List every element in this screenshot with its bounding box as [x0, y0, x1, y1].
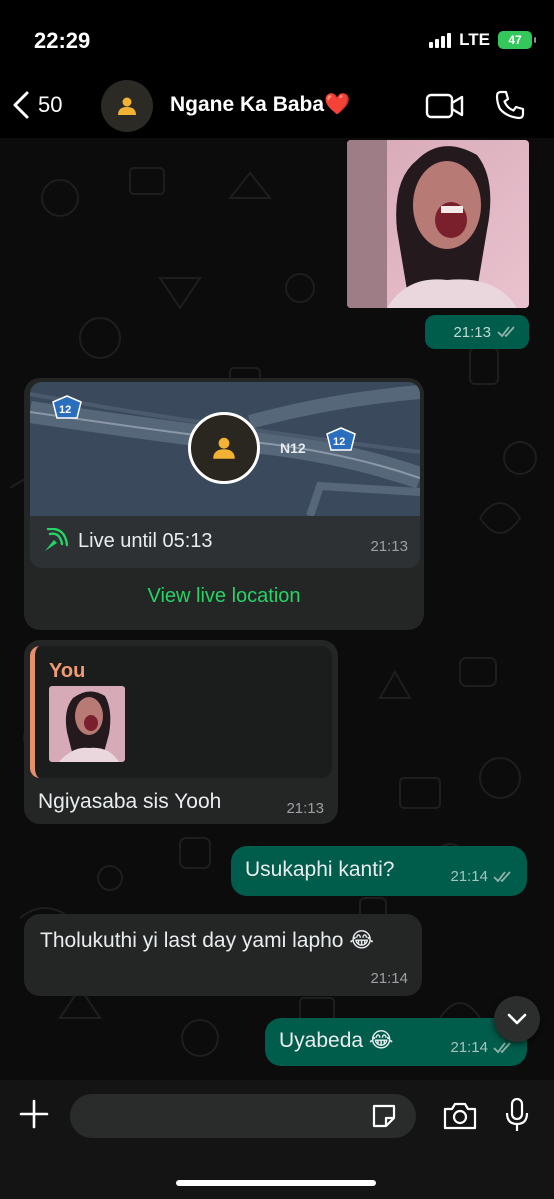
- view-live-location-button[interactable]: View live location: [24, 585, 424, 608]
- status-bar: 22:29 LTE 47: [0, 0, 554, 80]
- scroll-to-bottom-button[interactable]: [494, 996, 540, 1042]
- camera-button[interactable]: [442, 1101, 478, 1136]
- sticker-icon: [372, 1104, 396, 1128]
- microphone-icon: [505, 1097, 529, 1131]
- live-location-message[interactable]: 12 12 N12 Live until 05:13 21:13 View li…: [24, 378, 424, 630]
- message-text: Usukaphi kanti?: [245, 858, 395, 881]
- phone-icon: [495, 90, 525, 120]
- photo-time-pill: 21:13: [425, 315, 529, 349]
- unread-count: 50: [38, 92, 63, 117]
- avatar[interactable]: [101, 80, 153, 132]
- photo-message[interactable]: [347, 140, 529, 308]
- location-card: 12 12 N12 Live until 05:13 21:13: [30, 382, 420, 568]
- live-until-text: Live until 05:13: [78, 530, 213, 552]
- reply-text: Ngiyasaba sis Yooh: [38, 790, 222, 813]
- person-icon: [213, 437, 235, 459]
- camera-icon: [443, 1102, 477, 1130]
- reply-time: 21:13: [286, 800, 324, 817]
- message-time: 21:14: [450, 1039, 488, 1056]
- attach-button[interactable]: [18, 1098, 50, 1135]
- message-meta: 21:14: [450, 868, 515, 885]
- reply-message[interactable]: You Ngiyasaba sis Yooh 21:13: [24, 640, 338, 824]
- map-shield-label-right: 12: [333, 436, 346, 448]
- video-call-button[interactable]: [425, 92, 465, 125]
- chevron-down-icon: [507, 1013, 527, 1025]
- location-time: 21:13: [370, 538, 408, 555]
- message-meta: 21:14: [450, 1039, 515, 1056]
- voice-note-button[interactable]: [505, 1097, 529, 1138]
- live-location-icon: [45, 528, 68, 551]
- person-icon: [118, 97, 136, 115]
- chat-area[interactable]: 21:13 12 12 N12 Live until 05:13 21:13 V…: [0, 138, 554, 1080]
- video-camera-icon: [425, 93, 464, 119]
- outgoing-message[interactable]: Usukaphi kanti? 21:14: [231, 846, 527, 896]
- selfie-photo: [347, 140, 529, 308]
- contact-name[interactable]: Ngane Ka Baba❤️: [170, 93, 350, 117]
- map-road-label: N12: [280, 440, 306, 456]
- battery-icon: 47: [498, 31, 536, 49]
- composer-bar: [0, 1080, 554, 1199]
- double-check-icon: [493, 870, 511, 882]
- incoming-message[interactable]: Tholukuthi yi last day yami lapho 😂 21:1…: [24, 914, 422, 996]
- quote-thumbnail: [49, 686, 125, 762]
- back-button[interactable]: 50: [12, 90, 62, 120]
- sticker-button[interactable]: [370, 1102, 398, 1135]
- double-check-icon: [497, 326, 515, 338]
- back-chevron-icon: [13, 91, 29, 119]
- double-check-icon: [493, 1041, 511, 1053]
- live-status-row: Live until 05:13 21:13: [30, 516, 420, 568]
- signal-icon: [429, 32, 452, 48]
- chat-header: 50 Ngane Ka Baba❤️: [0, 80, 554, 138]
- message-time: 21:14: [450, 868, 488, 885]
- outgoing-message[interactable]: Uyabeda 😂 21:14: [265, 1018, 527, 1066]
- message-input[interactable]: [70, 1094, 416, 1138]
- message-time: 21:14: [370, 970, 408, 987]
- status-time: 22:29: [34, 28, 91, 53]
- map-preview[interactable]: 12 12 N12: [30, 382, 420, 518]
- plus-icon: [19, 1099, 49, 1129]
- quote-author: You: [49, 660, 86, 682]
- quote-photo: [49, 686, 125, 762]
- status-indicators: LTE 47: [429, 30, 536, 50]
- home-indicator[interactable]: [176, 1180, 376, 1186]
- location-avatar: [188, 412, 260, 484]
- network-type: LTE: [459, 30, 490, 49]
- quoted-message[interactable]: You: [30, 646, 332, 778]
- message-text: Tholukuthi yi last day yami lapho 😂: [40, 929, 374, 952]
- voice-call-button[interactable]: [494, 89, 526, 126]
- map-shield-label-left: 12: [59, 404, 72, 416]
- battery-level: 47: [508, 33, 522, 47]
- photo-time: 21:13: [453, 323, 491, 341]
- message-text: Uyabeda 😂: [279, 1029, 394, 1052]
